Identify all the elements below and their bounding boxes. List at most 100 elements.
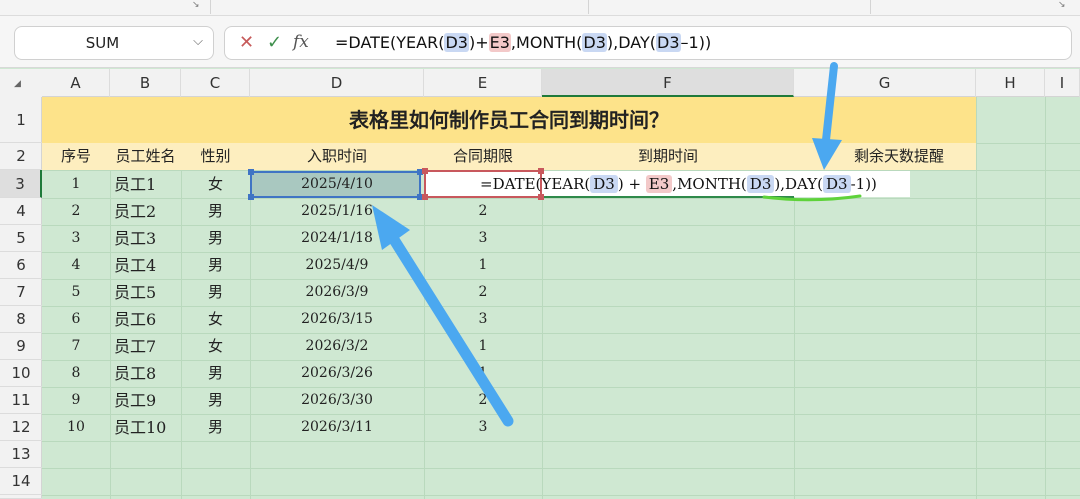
expand-icon[interactable]: ↘ [192, 0, 200, 10]
row-header[interactable]: 11 [0, 387, 42, 414]
row-header[interactable]: 1 [0, 97, 42, 143]
column-header-d[interactable]: D [250, 69, 424, 97]
cell-gender[interactable]: 男 [181, 414, 250, 441]
cell-no[interactable]: 10 [42, 414, 110, 441]
row-header[interactable]: 8 [0, 306, 42, 333]
cell-no[interactable]: 5 [42, 279, 110, 306]
cell-gender[interactable]: 男 [181, 279, 250, 306]
cell-start[interactable]: 2024/1/18 [250, 225, 424, 252]
column-header-b[interactable]: B [110, 69, 181, 97]
expand-icon[interactable]: ↘ [1058, 0, 1066, 10]
cell-gender[interactable]: 女 [181, 306, 250, 333]
row-header[interactable]: 3 [0, 170, 42, 198]
row-header[interactable]: 14 [0, 468, 42, 495]
column-header-f[interactable]: F [542, 69, 794, 97]
sheet-title[interactable]: 表格里如何制作员工合同到期时间？ [42, 97, 976, 143]
header-cell-gender[interactable]: 性别 [181, 143, 250, 170]
column-header-i[interactable]: I [1045, 69, 1080, 97]
header-cell-remaining[interactable]: 剩余天数提醒 [794, 143, 976, 170]
cell-gender[interactable]: 男 [181, 252, 250, 279]
formula-part: ,MONTH( [510, 33, 583, 52]
formula-part: )+ [468, 33, 489, 52]
cell-start[interactable]: 2026/3/11 [250, 414, 424, 441]
formula-ref: D3 [582, 33, 607, 52]
cell-term[interactable]: 2 [424, 387, 542, 414]
cell-name[interactable]: 员工5 [110, 279, 185, 306]
cell-start[interactable]: 2026/3/2 [250, 333, 424, 360]
cell-name[interactable]: 员工10 [110, 414, 185, 441]
cell-no[interactable]: 1 [42, 171, 110, 198]
cell-term[interactable]: 2 [424, 279, 542, 306]
row-header[interactable]: 13 [0, 441, 42, 468]
row-header[interactable]: 12 [0, 414, 42, 441]
cell-name[interactable]: 员工1 [110, 171, 185, 198]
cell-gender[interactable]: 女 [181, 171, 250, 198]
confirm-icon[interactable]: ✓ [267, 32, 282, 53]
cell-term[interactable]: 1 [424, 360, 542, 387]
cell-no[interactable]: 6 [42, 306, 110, 333]
header-cell-expiry[interactable]: 到期时间 [542, 143, 794, 170]
cell-name[interactable]: 员工3 [110, 225, 185, 252]
cell-start[interactable]: 2026/3/15 [250, 306, 424, 333]
cell-no[interactable]: 9 [42, 387, 110, 414]
cell-term[interactable]: 3 [424, 225, 542, 252]
editor-ref: D3 [590, 175, 618, 193]
cell-name[interactable]: 员工6 [110, 306, 185, 333]
cell-gender[interactable]: 女 [181, 333, 250, 360]
cell-gender[interactable]: 男 [181, 198, 250, 225]
cell-no[interactable]: 8 [42, 360, 110, 387]
header-cell-start[interactable]: 入职时间 [250, 143, 424, 170]
cancel-icon[interactable]: ✕ [239, 32, 254, 53]
cell-gender[interactable]: 男 [181, 225, 250, 252]
header-cell-term[interactable]: 合同期限 [424, 143, 542, 170]
column-header-c[interactable]: C [181, 69, 250, 97]
column-header-a[interactable]: A [42, 69, 110, 97]
cell-no[interactable]: 4 [42, 252, 110, 279]
header-cell-name[interactable]: 员工姓名 [110, 143, 181, 170]
row-header[interactable]: 9 [0, 333, 42, 360]
cell-start[interactable]: 2026/3/26 [250, 360, 424, 387]
formula-input[interactable]: ✕ ✓ fx =DATE(YEAR(D3)+E3,MONTH(D3),DAY(D… [224, 26, 1072, 60]
cell-start[interactable]: 2025/4/9 [250, 252, 424, 279]
name-box[interactable]: SUM ⌵ [14, 26, 214, 60]
cell-start[interactable]: 2025/1/16 [250, 198, 424, 225]
formula-part: =DATE(YEAR( [335, 33, 445, 52]
cell-start[interactable]: 2025/4/10 [250, 171, 424, 198]
row-header[interactable]: 4 [0, 198, 42, 225]
cell-term[interactable]: 2 [424, 198, 542, 225]
cell-term[interactable]: 1 [424, 333, 542, 360]
row-header[interactable]: 5 [0, 225, 42, 252]
cell-gender[interactable]: 男 [181, 360, 250, 387]
cell-no[interactable]: 7 [42, 333, 110, 360]
editor-part: ),DAY( [774, 175, 824, 193]
cell-name[interactable]: 员工2 [110, 198, 185, 225]
cell-start[interactable]: 2026/3/30 [250, 387, 424, 414]
cell-term[interactable]: 3 [424, 306, 542, 333]
cell-gender[interactable]: 男 [181, 387, 250, 414]
row-header[interactable]: 6 [0, 252, 42, 279]
header-cell-no[interactable]: 序号 [42, 143, 110, 170]
cell-no[interactable]: 2 [42, 198, 110, 225]
cell-name[interactable]: 员工9 [110, 387, 185, 414]
cell-term[interactable]: 1 [424, 252, 542, 279]
cell-no[interactable]: 3 [42, 225, 110, 252]
fx-icon[interactable]: fx [293, 32, 309, 52]
row-header[interactable]: 10 [0, 360, 42, 387]
column-header-e[interactable]: E [424, 69, 542, 97]
cell-name[interactable]: 员工8 [110, 360, 185, 387]
row-header[interactable]: 15 [0, 495, 42, 499]
cell-editor-text: =DATE(YEAR(D3) + E3 ,MONTH(D3),DAY(D3 -1)) [480, 171, 877, 197]
select-all-icon[interactable]: ◢ [0, 69, 42, 97]
row-header-bar: 1 2 3 4 5 6 7 8 9 10 11 12 13 14 15 [0, 97, 42, 499]
cell-start[interactable]: 2026/3/9 [250, 279, 424, 306]
formula-text: =DATE(YEAR(D3)+E3,MONTH(D3),DAY(D3–1)) [335, 33, 711, 52]
cell-name[interactable]: 员工4 [110, 252, 185, 279]
cell-term[interactable]: 3 [424, 414, 542, 441]
cell-name[interactable]: 员工7 [110, 333, 185, 360]
column-header-g[interactable]: G [794, 69, 976, 97]
editor-part: ) + [617, 175, 646, 193]
column-header-h[interactable]: H [976, 69, 1045, 97]
row-header[interactable]: 2 [0, 143, 42, 170]
chevron-down-icon[interactable]: ⌵ [193, 34, 203, 49]
row-header[interactable]: 7 [0, 279, 42, 306]
